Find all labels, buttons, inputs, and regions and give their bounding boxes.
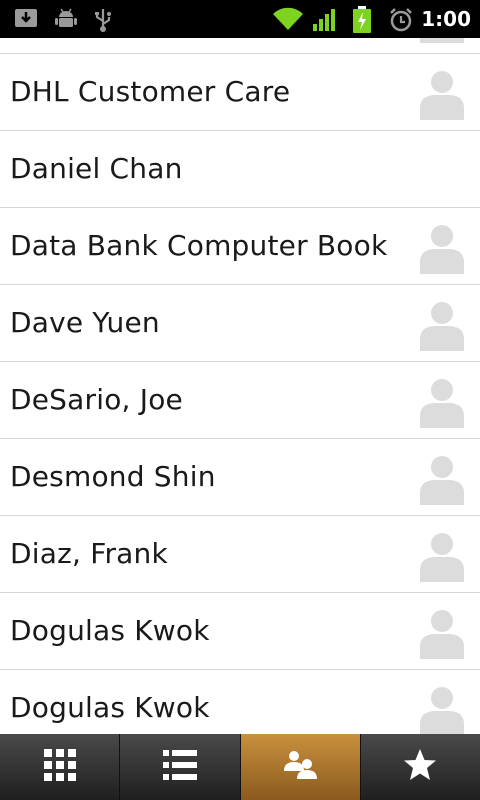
status-time: 1:00: [421, 7, 471, 31]
contact-name: Dave Yuen: [10, 306, 160, 339]
contact-name: Dogulas Kwok: [10, 691, 210, 724]
contact-row[interactable]: Data Bank Computer Book: [0, 208, 480, 285]
favorites-star-icon: [403, 748, 437, 786]
contact-name: DeSario, Joe: [10, 383, 183, 416]
contact-list[interactable]: DHL Customer Care Daniel Chan Data Bank Co…: [0, 38, 480, 734]
contact-photo-placeholder-icon[interactable]: [418, 299, 466, 351]
alarm-icon: [388, 7, 414, 37]
contact-row[interactable]: Daniel Chan: [0, 131, 480, 208]
contact-row[interactable]: Dogulas Kwok: [0, 593, 480, 670]
android-debug-icon: [54, 7, 78, 35]
status-bar: 1:00: [0, 0, 480, 38]
contact-name: Diaz, Frank: [10, 537, 168, 570]
download-icon: [14, 7, 40, 35]
dialpad-icon: [43, 748, 77, 786]
contact-photo-placeholder-icon[interactable]: [418, 68, 466, 120]
contact-photo-placeholder-icon[interactable]: [418, 376, 466, 428]
contact-row[interactable]: Dave Yuen: [0, 285, 480, 362]
contact-list-items: DHL Customer Care Daniel Chan Data Bank Co…: [0, 38, 480, 734]
tab-favorites[interactable]: [361, 734, 480, 800]
signal-icon: [312, 8, 338, 36]
contact-row[interactable]: Diaz, Frank: [0, 516, 480, 593]
contact-row[interactable]: Dogulas Kwok: [0, 670, 480, 734]
contacts-icon: [282, 749, 318, 785]
contact-photo-placeholder-icon[interactable]: [418, 38, 466, 43]
tab-dialer[interactable]: [0, 734, 121, 800]
call-log-icon: [162, 749, 197, 785]
contact-row[interactable]: DHL Customer Care: [0, 54, 480, 131]
contact-photo-placeholder-icon[interactable]: [418, 530, 466, 582]
contact-name: Dogulas Kwok: [10, 614, 210, 647]
wifi-icon: [272, 6, 304, 36]
contacts-screen: 1:00 DHL Customer Care Daniel Chan Data Ba…: [0, 0, 480, 800]
contact-row[interactable]: [0, 38, 480, 54]
contact-row[interactable]: Desmond Shin: [0, 439, 480, 516]
tab-contacts[interactable]: [240, 734, 361, 800]
contact-name: Data Bank Computer Book: [10, 229, 388, 262]
contact-row[interactable]: DeSario, Joe: [0, 362, 480, 439]
battery-charging-icon: [352, 6, 372, 38]
contact-name: Daniel Chan: [10, 152, 183, 185]
contact-photo-placeholder-icon[interactable]: [418, 684, 466, 734]
contact-photo-placeholder-icon[interactable]: [418, 607, 466, 659]
usb-icon: [92, 7, 114, 37]
tab-call-log[interactable]: [120, 734, 241, 800]
tab-bar: [0, 734, 480, 800]
contact-name: Desmond Shin: [10, 460, 216, 493]
contact-photo-placeholder-icon[interactable]: [418, 453, 466, 505]
contact-photo-placeholder-icon[interactable]: [418, 222, 466, 274]
contact-name: DHL Customer Care: [10, 75, 291, 108]
